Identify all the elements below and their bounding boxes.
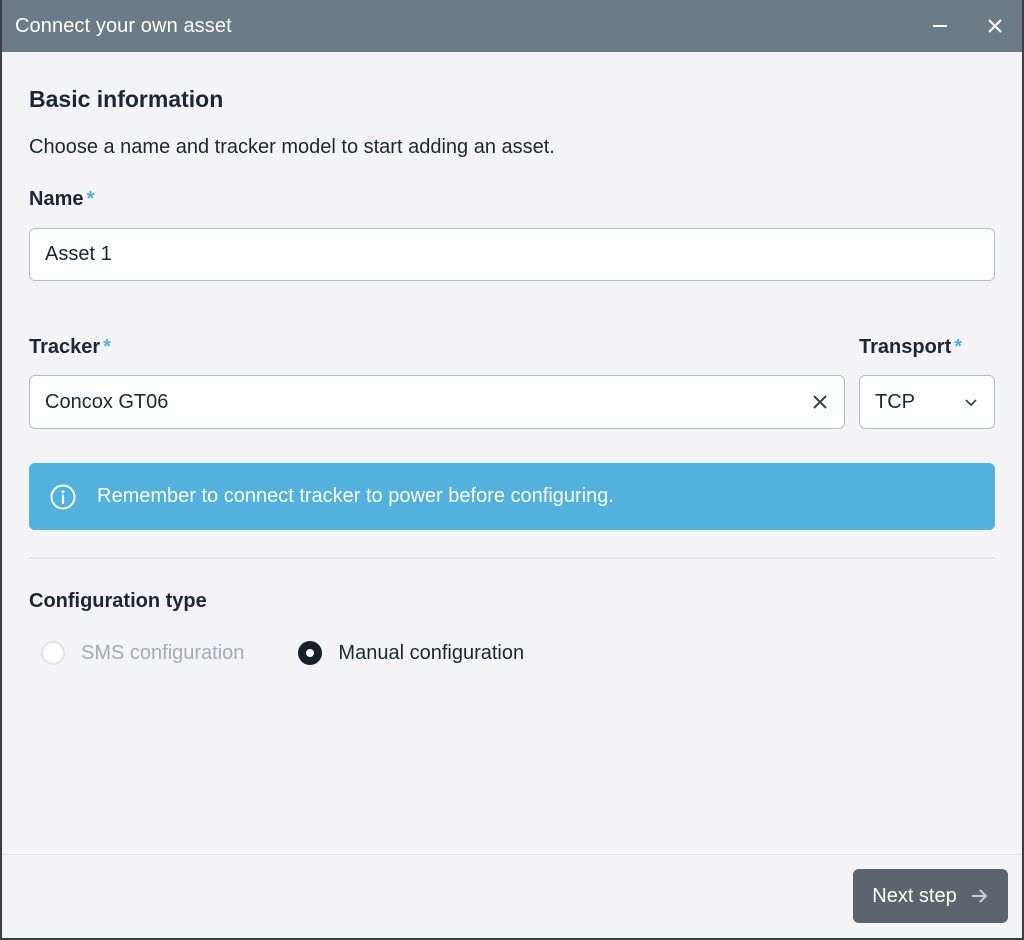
section-divider bbox=[29, 557, 995, 559]
section-subtitle: Choose a name and tracker model to start… bbox=[29, 136, 555, 158]
required-mark: * bbox=[103, 336, 111, 358]
radio-circle bbox=[298, 641, 323, 665]
manual-configuration-radio[interactable]: Manual configuration bbox=[298, 641, 524, 665]
next-step-label: Next step bbox=[872, 884, 957, 907]
radio-circle bbox=[41, 641, 65, 665]
sms-configuration-label: SMS configuration bbox=[81, 641, 245, 664]
info-banner-text: Remember to connect tracker to power bef… bbox=[97, 485, 614, 507]
close-button[interactable] bbox=[981, 12, 1009, 40]
info-icon bbox=[49, 483, 77, 511]
required-mark: * bbox=[954, 336, 963, 358]
close-icon bbox=[988, 19, 1002, 33]
transport-label: Transport * bbox=[859, 336, 962, 359]
next-step-button[interactable]: Next step bbox=[853, 869, 1008, 923]
dialog-title: Connect your own asset bbox=[15, 14, 232, 37]
transport-select[interactable]: TCP bbox=[859, 375, 995, 429]
connect-asset-dialog: Connect your own asset Basic information… bbox=[2, 0, 1022, 938]
sms-configuration-radio[interactable]: SMS configuration bbox=[41, 641, 244, 665]
transport-label-text: Transport bbox=[859, 336, 952, 358]
section-title: Basic information bbox=[29, 86, 224, 112]
info-banner: Remember to connect tracker to power bef… bbox=[29, 463, 995, 530]
name-input[interactable]: Asset 1 bbox=[29, 228, 995, 281]
transport-select-value: TCP bbox=[875, 390, 915, 413]
tracker-select-value: Concox GT06 bbox=[45, 390, 169, 413]
name-label-text: Name bbox=[29, 188, 84, 210]
minimize-button[interactable] bbox=[926, 12, 954, 40]
arrow-right-icon bbox=[969, 886, 989, 906]
configuration-type-label: Configuration type bbox=[29, 590, 207, 612]
minimize-icon bbox=[933, 25, 947, 27]
close-icon bbox=[813, 395, 827, 409]
configuration-type-group: SMS configuration Manual configuration bbox=[41, 641, 578, 665]
chevron-down-icon bbox=[963, 394, 979, 410]
tracker-label: Tracker * bbox=[29, 336, 111, 359]
footer-divider bbox=[2, 854, 1022, 855]
clear-tracker-button[interactable] bbox=[811, 393, 829, 411]
tracker-select[interactable]: Concox GT06 bbox=[29, 375, 845, 429]
required-mark: * bbox=[86, 188, 95, 210]
manual-configuration-label: Manual configuration bbox=[338, 641, 525, 664]
name-input-value: Asset 1 bbox=[45, 243, 112, 265]
dialog-titlebar: Connect your own asset bbox=[2, 0, 1022, 52]
tracker-label-text: Tracker bbox=[29, 336, 101, 358]
name-label: Name * bbox=[29, 188, 94, 211]
